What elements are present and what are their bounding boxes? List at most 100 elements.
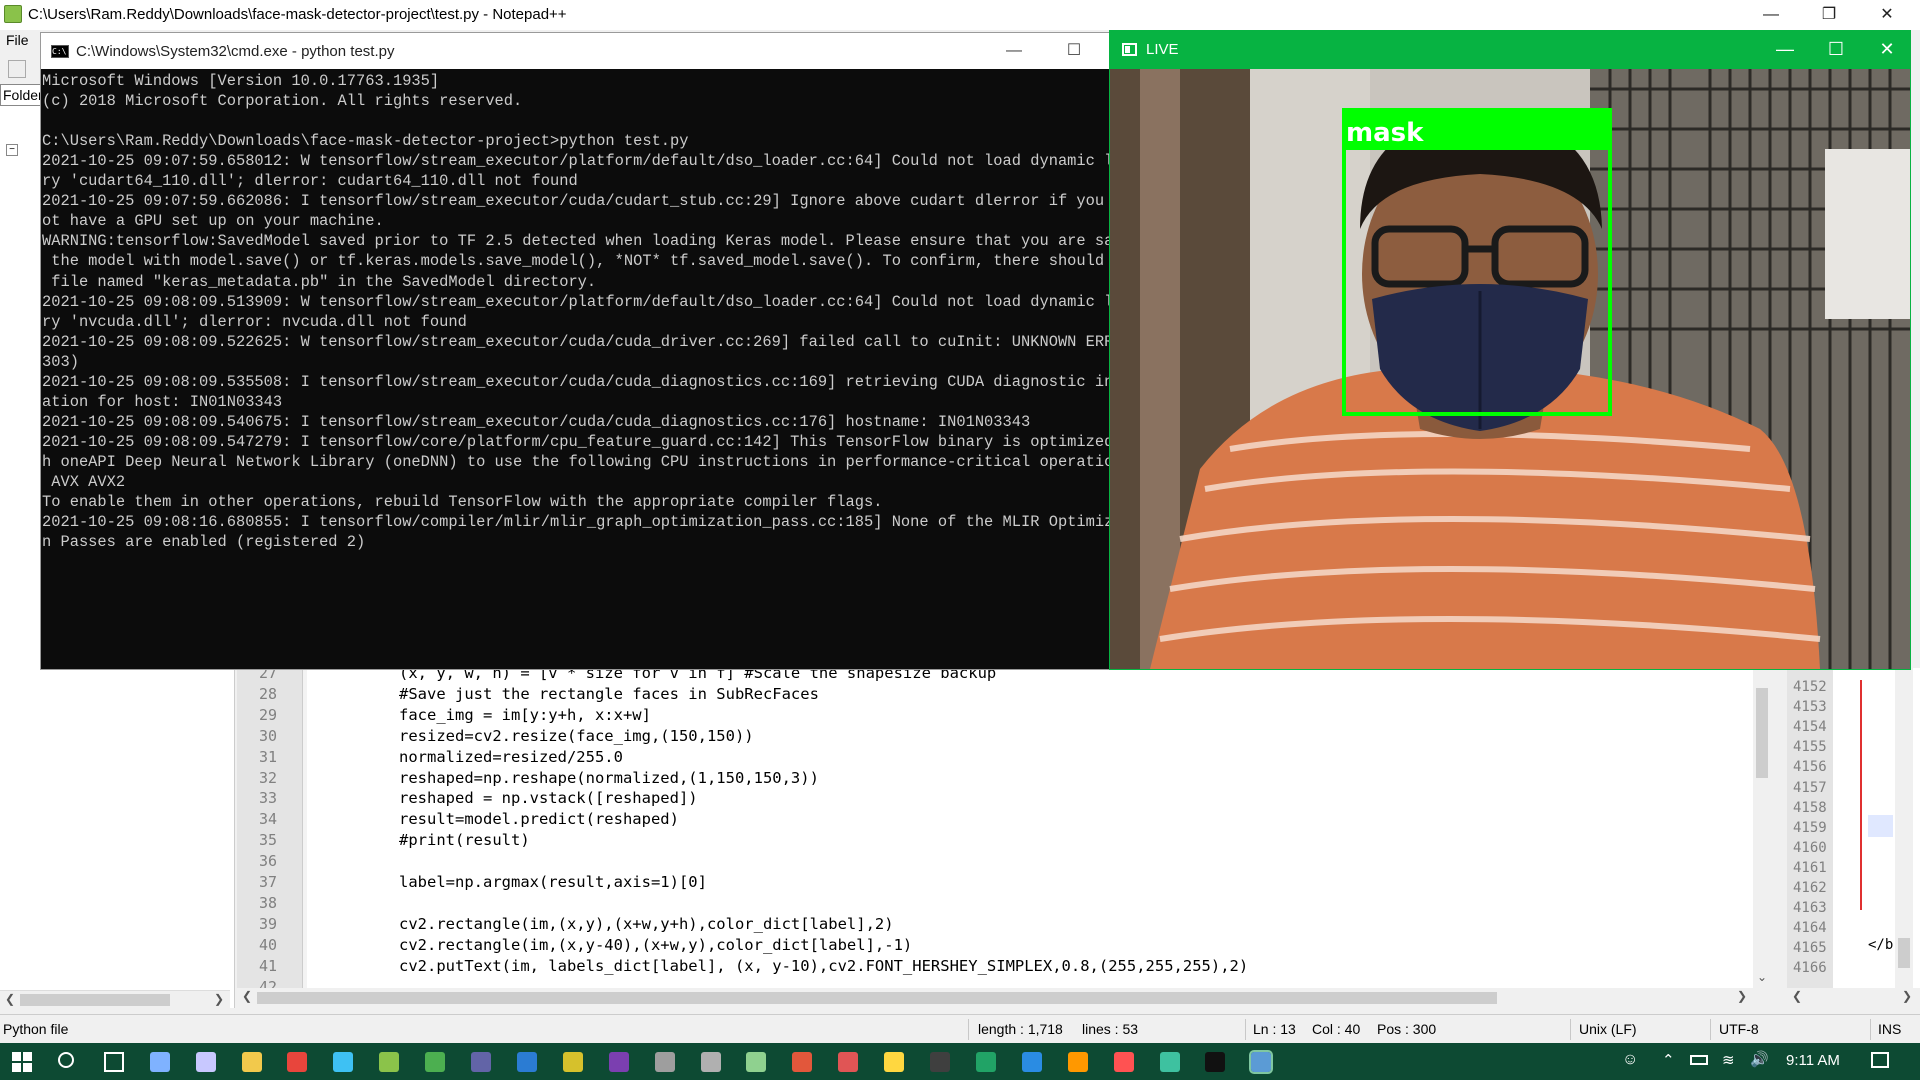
console-line: file named "keras_metadata.pb" in the Sa… bbox=[42, 272, 597, 291]
show-hidden-icons[interactable]: ⌃ bbox=[1662, 1051, 1675, 1069]
cmd-maximize-button[interactable]: ☐ bbox=[1051, 33, 1097, 69]
tree-collapse-icon[interactable]: − bbox=[6, 144, 18, 156]
settings-icon[interactable] bbox=[562, 1052, 583, 1072]
status-ln: Ln : 13 bbox=[1253, 1021, 1296, 1037]
secondary-horizontal-scrollbar[interactable]: ❮ ❯ bbox=[1787, 988, 1920, 1008]
line-number: 39 bbox=[258, 914, 277, 933]
console-line: ry 'cudart64_110.dll'; dlerror: cudart64… bbox=[42, 172, 578, 191]
task-view-icon[interactable] bbox=[103, 1052, 124, 1072]
notifications-icon[interactable] bbox=[1871, 1052, 1889, 1068]
line-number: 32 bbox=[258, 768, 277, 787]
live-minimize-button[interactable]: — bbox=[1762, 31, 1808, 68]
battery-icon[interactable] bbox=[1690, 1055, 1708, 1065]
console-line: Microsoft Windows [Version 10.0.17763.19… bbox=[42, 72, 440, 90]
cmd-minimize-button[interactable]: — bbox=[991, 33, 1037, 69]
minimize-button[interactable]: — bbox=[1748, 0, 1794, 30]
notepadpp-icon[interactable] bbox=[379, 1052, 400, 1072]
app-icon[interactable] bbox=[700, 1052, 721, 1072]
brave-icon[interactable] bbox=[792, 1052, 813, 1072]
chrome-icon[interactable] bbox=[287, 1052, 308, 1072]
secondary-line-number: 4164 bbox=[1793, 920, 1827, 937]
secondary-line-number: 4165 bbox=[1793, 940, 1827, 957]
menu-file[interactable]: File bbox=[0, 30, 45, 52]
app-icon[interactable] bbox=[746, 1052, 767, 1072]
teams-icon[interactable] bbox=[471, 1052, 491, 1072]
code-line: label=np.argmax(result,axis=1)[0] bbox=[399, 873, 707, 891]
cmd-icon[interactable] bbox=[1205, 1052, 1226, 1072]
scroll-left-icon[interactable]: ❮ bbox=[5, 992, 15, 1006]
clock[interactable]: 9:11 AM bbox=[1786, 1052, 1840, 1069]
scroll-thumb[interactable] bbox=[1898, 938, 1910, 968]
restore-button[interactable]: ❐ bbox=[1806, 0, 1852, 30]
line-number: 40 bbox=[258, 935, 277, 954]
scroll-right-icon[interactable]: ❯ bbox=[1737, 989, 1747, 1003]
python-icon[interactable] bbox=[1249, 1050, 1274, 1074]
live-maximize-button[interactable]: ☐ bbox=[1813, 31, 1859, 68]
scroll-thumb[interactable] bbox=[20, 994, 170, 1006]
teamviewer-icon[interactable] bbox=[425, 1052, 446, 1072]
status-file-type: Python file bbox=[3, 1021, 69, 1037]
vscode-icon[interactable] bbox=[1021, 1052, 1042, 1072]
volume-icon[interactable]: 🔊 bbox=[1750, 1050, 1769, 1068]
app-icon[interactable] bbox=[930, 1052, 950, 1072]
console-line: 2021-10-25 09:08:09.540675: I tensorflow… bbox=[42, 412, 1031, 431]
secondary-line-number: 4154 bbox=[1793, 719, 1827, 736]
scroll-right-icon[interactable]: ❯ bbox=[1902, 989, 1912, 1003]
change-marker bbox=[1860, 680, 1862, 910]
scroll-right-icon[interactable]: ❯ bbox=[214, 992, 224, 1006]
code-line: reshaped = np.vstack([reshaped]) bbox=[399, 789, 698, 808]
onenote-icon[interactable] bbox=[608, 1052, 629, 1072]
cmd-titlebar: C:\ C:\Windows\System32\cmd.exe - python… bbox=[41, 33, 1116, 69]
secondary-line-number: 4166 bbox=[1793, 960, 1827, 977]
close-button[interactable]: ✕ bbox=[1864, 0, 1910, 30]
scroll-left-icon[interactable]: ❮ bbox=[1792, 989, 1802, 1003]
live-window[interactable]: LIVE — ☐ ✕ mask bbox=[1109, 30, 1911, 670]
people-icon[interactable]: ☺ bbox=[1622, 1051, 1642, 1071]
sticky-notes-icon[interactable] bbox=[884, 1052, 905, 1072]
scroll-left-icon[interactable]: ❮ bbox=[242, 989, 252, 1003]
app-icon[interactable] bbox=[195, 1052, 216, 1072]
edge-icon[interactable] bbox=[333, 1052, 354, 1072]
console-line: the model with model.save() or tf.keras.… bbox=[42, 252, 1112, 271]
cmd-window[interactable]: C:\ C:\Windows\System32\cmd.exe - python… bbox=[40, 32, 1117, 670]
outlook-icon[interactable] bbox=[516, 1052, 537, 1072]
search-icon[interactable] bbox=[57, 1052, 74, 1068]
secondary-line-number: 4161 bbox=[1793, 859, 1827, 876]
folder-tab[interactable]: Folder bbox=[0, 84, 42, 106]
console-output[interactable]: Microsoft Windows [Version 10.0.17763.19… bbox=[42, 69, 1112, 669]
console-line: ry 'nvcuda.dll'; dlerror: nvcuda.dll not… bbox=[42, 312, 467, 331]
network-share-icon[interactable] bbox=[149, 1052, 170, 1072]
sublime-icon[interactable] bbox=[1067, 1052, 1088, 1072]
scroll-down-icon[interactable]: ⌄ bbox=[1757, 970, 1767, 984]
scroll-thumb[interactable] bbox=[1756, 688, 1768, 778]
code-line: resized=cv2.resize(face_img,(150,150)) bbox=[399, 726, 754, 745]
console-line: 2021-10-25 09:07:59.658012: W tensorflow… bbox=[42, 152, 1112, 171]
new-file-icon[interactable] bbox=[8, 60, 26, 78]
console-line: ot have a GPU set up on your machine. bbox=[42, 212, 384, 231]
status-encoding[interactable]: UTF-8 bbox=[1719, 1021, 1759, 1037]
secondary-line-number: 4152 bbox=[1793, 679, 1827, 695]
left-panel-scrollbar[interactable]: ❮ ❯ bbox=[0, 990, 230, 1008]
line-number: 29 bbox=[258, 705, 277, 724]
live-close-button[interactable]: ✕ bbox=[1864, 31, 1910, 68]
scroll-thumb[interactable] bbox=[257, 992, 1497, 1004]
secondary-line-number: 4155 bbox=[1793, 739, 1827, 756]
editor-vertical-scrollbar[interactable]: ⌄ bbox=[1753, 668, 1771, 990]
start-icon[interactable] bbox=[12, 1052, 32, 1072]
secondary-vertical-scrollbar[interactable] bbox=[1895, 668, 1913, 990]
line-number: 31 bbox=[258, 747, 277, 766]
status-insert-mode[interactable]: INS bbox=[1878, 1021, 1901, 1037]
secondary-line-number: 4158 bbox=[1793, 799, 1827, 816]
wifi-icon[interactable]: ≋ bbox=[1722, 1051, 1735, 1069]
file-explorer-icon[interactable] bbox=[241, 1052, 262, 1072]
app-icon[interactable] bbox=[1159, 1052, 1180, 1072]
virus-icon[interactable] bbox=[1113, 1052, 1134, 1072]
editor-horizontal-scrollbar[interactable]: ❮ ❯ bbox=[237, 988, 1757, 1008]
excel-icon[interactable] bbox=[975, 1052, 996, 1072]
app-icon[interactable] bbox=[654, 1052, 675, 1072]
status-eol[interactable]: Unix (LF) bbox=[1579, 1021, 1637, 1037]
snip-icon[interactable] bbox=[838, 1052, 859, 1072]
cmd-title: C:\Windows\System32\cmd.exe - python tes… bbox=[76, 43, 395, 60]
line-highlight bbox=[1868, 815, 1893, 837]
console-line: 2021-10-25 09:08:09.513909: W tensorflow… bbox=[42, 292, 1112, 311]
